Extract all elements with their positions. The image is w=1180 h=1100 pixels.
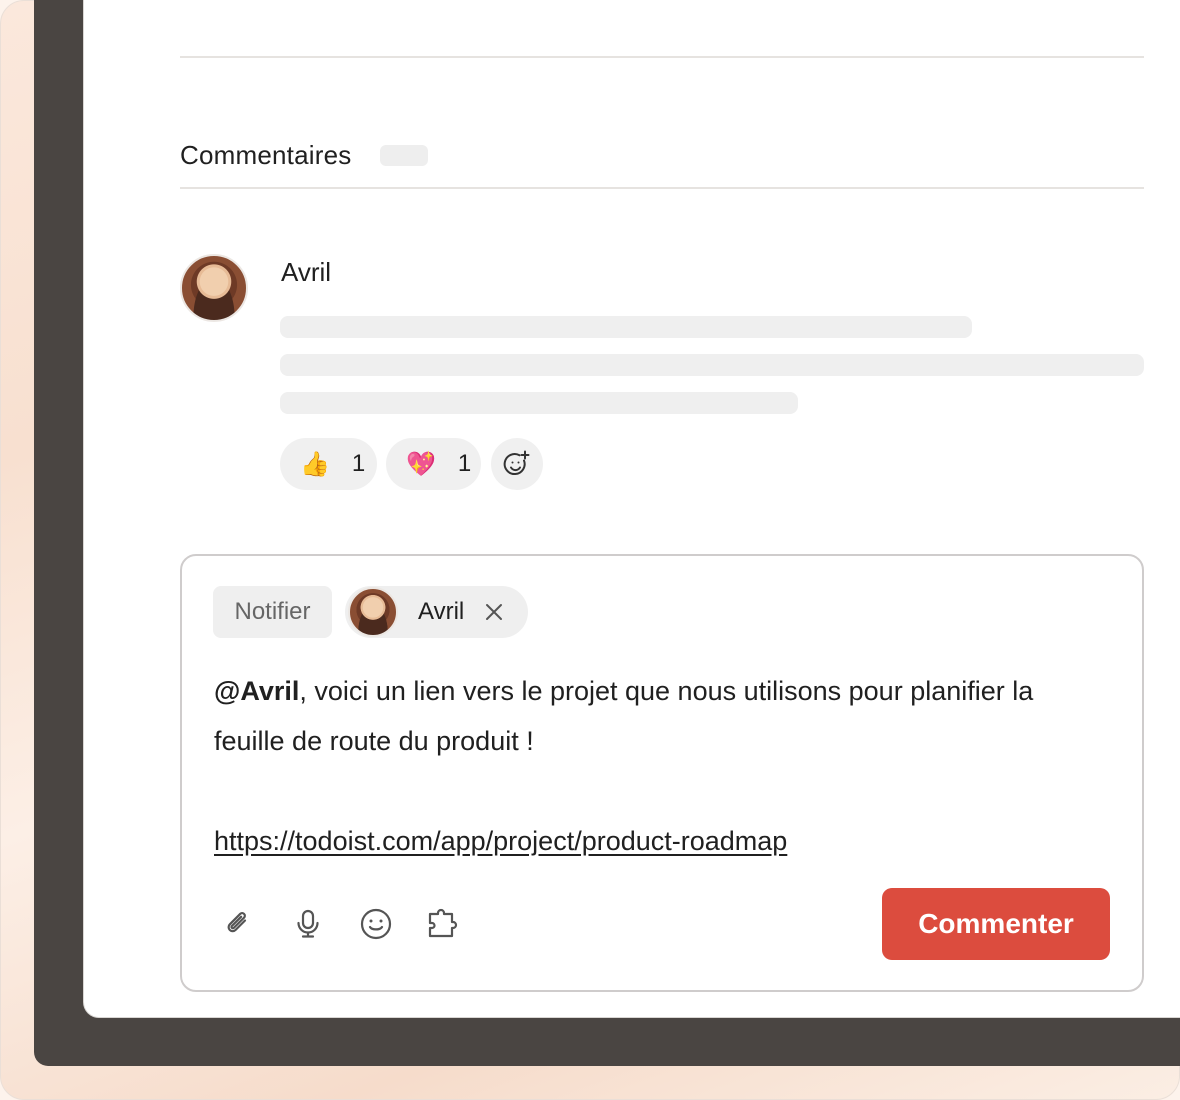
microphone-icon	[297, 909, 319, 938]
reaction-count: 1	[351, 450, 366, 477]
add-reaction-icon	[503, 450, 530, 475]
comment-submit-button[interactable]: Commenter	[882, 888, 1110, 960]
mention[interactable]: @Avril	[214, 676, 299, 706]
voice-button[interactable]	[286, 902, 330, 946]
emoji-icon	[360, 908, 392, 940]
reaction-thumbs-up[interactable]: 👍 1	[280, 438, 377, 490]
comment-text-placeholder	[280, 392, 798, 414]
notify-person-name: Avril	[418, 598, 465, 625]
divider	[180, 56, 1144, 58]
paperclip-icon	[227, 912, 247, 933]
avatar	[348, 587, 398, 637]
reaction-sparkling-heart[interactable]: 💖 1	[386, 438, 481, 490]
message-text: , voici un lien vers le projet que nous …	[214, 676, 1034, 756]
attach-button[interactable]	[216, 902, 260, 946]
notify-person-chip[interactable]: Avril	[345, 586, 528, 638]
add-reaction-button[interactable]	[491, 438, 543, 490]
divider	[180, 187, 1144, 189]
comment-text-placeholder	[280, 316, 972, 338]
notify-button[interactable]: Notifier	[213, 586, 332, 638]
thumbs-up-icon: 👍	[300, 450, 330, 478]
comments-title: Commentaires	[180, 140, 352, 170]
comment-input-text[interactable]: @Avril, voici un lien vers le projet que…	[214, 666, 1104, 766]
comment-author: Avril	[281, 257, 332, 287]
avatar[interactable]	[180, 254, 248, 322]
sparkling-heart-icon: 💖	[406, 450, 436, 478]
comments-count-placeholder	[380, 145, 428, 166]
extensions-button[interactable]	[422, 902, 466, 946]
emoji-button[interactable]	[354, 902, 398, 946]
project-link[interactable]: https://todoist.com/app/project/product-…	[214, 816, 787, 866]
extension-icon	[428, 908, 458, 938]
reaction-count: 1	[457, 450, 472, 477]
close-icon[interactable]	[484, 602, 504, 622]
comment-text-placeholder	[280, 354, 1144, 376]
